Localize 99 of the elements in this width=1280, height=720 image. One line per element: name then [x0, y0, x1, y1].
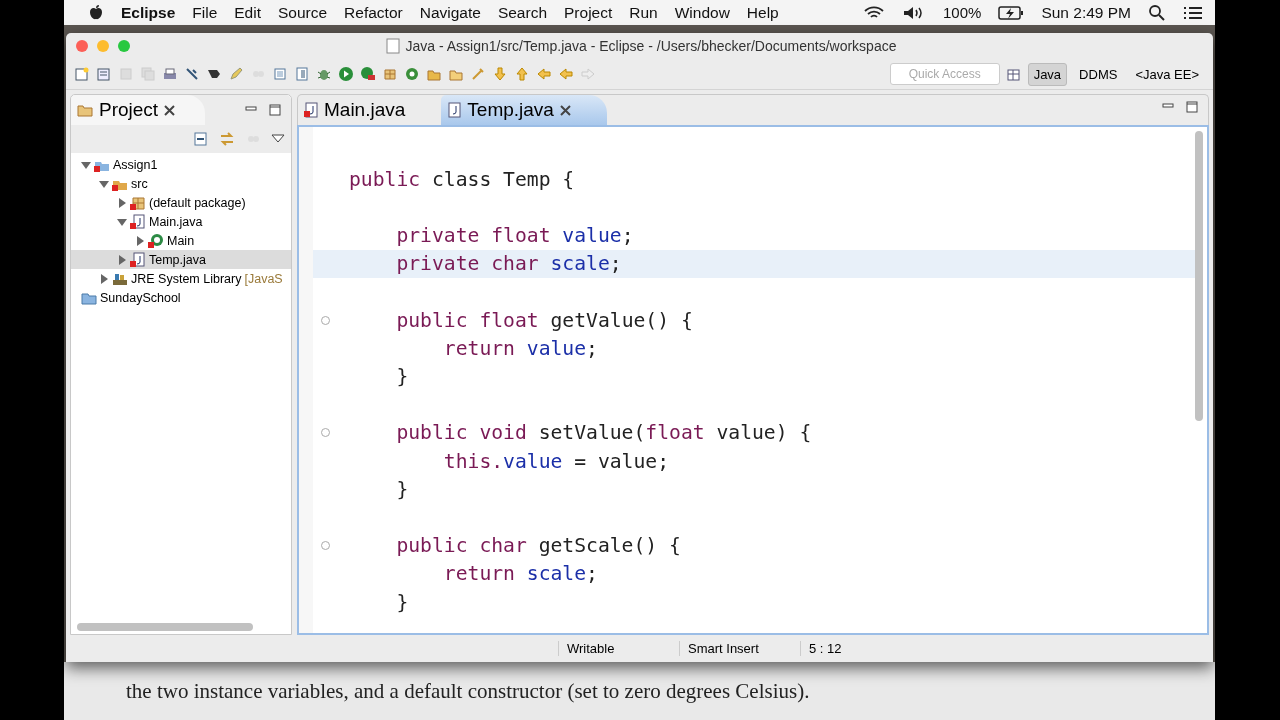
maximize-icon[interactable]	[269, 104, 281, 116]
menu-item[interactable]: Source	[278, 3, 328, 22]
java-file-icon	[130, 213, 146, 230]
java-file-icon	[447, 102, 462, 118]
package-icon	[130, 194, 146, 211]
tab-label: Temp.java	[467, 99, 554, 121]
class-icon	[148, 232, 164, 249]
run-config-icon[interactable]	[360, 66, 376, 82]
code-line: }	[395, 590, 409, 614]
frame-icon[interactable]	[272, 66, 288, 82]
collapsed-arrow-icon[interactable]	[99, 273, 109, 284]
menu-item[interactable]: Run	[629, 3, 658, 22]
run-icon[interactable]	[338, 66, 354, 82]
tree-item-label: Main.java	[149, 214, 203, 229]
menu-item[interactable]: Refactor	[344, 3, 403, 22]
code-line: public void setValue(float value) {	[395, 421, 812, 445]
app-menu[interactable]: Eclipse	[121, 3, 176, 22]
code-line: }	[395, 365, 409, 389]
close-icon[interactable]	[164, 104, 176, 116]
tree-item[interactable]: Main.java	[71, 212, 291, 231]
expanded-arrow-icon[interactable]	[99, 178, 109, 189]
code-line: private char scale;	[395, 252, 622, 276]
tab-label: Main.java	[324, 99, 406, 121]
view-menu-icon[interactable]	[271, 134, 285, 144]
tree-item[interactable]: Main	[71, 231, 291, 250]
down-arrow-icon[interactable]	[492, 66, 508, 82]
battery-percent: 100%	[943, 4, 982, 21]
code-line: private float value;	[395, 224, 634, 248]
menubar-clock: Sun 2:49 PM	[1041, 3, 1131, 22]
code-line: public char getScale() {	[395, 534, 681, 558]
java-file-icon	[130, 251, 146, 268]
tree-item-label: src	[131, 176, 148, 191]
back-icon[interactable]	[558, 66, 574, 82]
search-icon[interactable]	[1148, 3, 1166, 22]
tree-item[interactable]: (default package)	[71, 193, 291, 212]
status-field: Smart Insert	[679, 641, 800, 656]
tree-item-suffix: [JavaS	[244, 271, 283, 286]
menu-item[interactable]: Help	[746, 3, 779, 22]
collapsed-arrow-icon[interactable]	[117, 254, 127, 265]
battery-charging-icon[interactable]	[998, 4, 1025, 21]
collapsed-arrow-icon[interactable]	[135, 235, 145, 246]
editor-tab[interactable]: Main.java	[298, 95, 442, 125]
menu-item[interactable]: Edit	[234, 3, 261, 22]
project-view-tab[interactable]: Project	[71, 95, 206, 125]
scrollbar-icon[interactable]	[1195, 131, 1203, 421]
view-title: Project	[99, 99, 159, 121]
folder-icon	[77, 102, 93, 118]
tree-item-label: Temp.java	[149, 252, 206, 267]
menu-item[interactable]: Window	[674, 3, 730, 22]
code-line: this.value = value;	[442, 449, 670, 473]
print-icon[interactable]	[162, 66, 178, 82]
window-title: Java - Assign1/src/Temp.java - Eclipse - /Users/bhecker/Documents/workspace	[405, 38, 897, 54]
scrollbar-icon[interactable]	[77, 623, 253, 631]
collapse-all-icon[interactable]	[193, 131, 209, 147]
maximize-icon[interactable]	[1186, 101, 1198, 113]
open-perspective-icon[interactable]	[1005, 66, 1022, 82]
tree-item-label: Assign1	[113, 157, 158, 172]
package-icon[interactable]	[382, 66, 398, 82]
code-line: }	[395, 477, 409, 501]
perspective-button[interactable]: Java	[1027, 62, 1068, 86]
menu-item[interactable]: File	[192, 3, 218, 22]
java-file-icon	[385, 38, 400, 54]
pencil-icon[interactable]	[228, 66, 244, 82]
apple-logo-icon[interactable]	[88, 3, 104, 22]
tree-item-label: JRE System Library	[131, 271, 242, 286]
document-text: the two instance variables, and a default constructor (set to zero degrees Celsius).	[126, 679, 810, 704]
tree-item[interactable]: SundaySchool	[71, 288, 291, 307]
menu-item[interactable]: Search	[497, 3, 547, 22]
tree-item-label: Main	[167, 233, 195, 248]
up-arrow-icon[interactable]	[514, 66, 530, 82]
link-arrows-icon[interactable]	[219, 131, 235, 147]
java-file-error-icon	[304, 102, 318, 118]
tree-item-label: SundaySchool	[100, 290, 181, 305]
back-edit-icon[interactable]	[536, 66, 552, 82]
status-field: Writable	[558, 641, 679, 656]
expanded-arrow-icon[interactable]	[117, 216, 127, 227]
code-line: return value;	[442, 336, 598, 360]
close-window-button[interactable]	[76, 40, 88, 52]
tree-item[interactable]: Temp.java	[71, 250, 291, 269]
collapsed-arrow-icon[interactable]	[117, 197, 127, 208]
perspective-button[interactable]: DDMS	[1073, 62, 1124, 86]
close-icon[interactable]	[559, 104, 571, 116]
tree-item-label: (default package)	[149, 195, 246, 210]
menu-item[interactable]: Project	[564, 3, 613, 22]
tree-item[interactable]: Assign1	[71, 155, 291, 174]
tree-item[interactable]: JRE System Library [JavaS	[71, 269, 291, 288]
new-file-icon[interactable]	[74, 66, 90, 82]
expanded-arrow-icon[interactable]	[81, 159, 91, 170]
code-line: public class Temp {	[349, 167, 575, 191]
code-line: return scale;	[442, 562, 598, 586]
status-field: 5 : 12	[800, 641, 881, 656]
new-class-icon[interactable]	[96, 66, 112, 82]
menu-item[interactable]: Navigate	[419, 3, 481, 22]
editor-tab[interactable]: Temp.java	[441, 95, 607, 125]
code-line: public float getValue() {	[395, 308, 693, 332]
tree-item[interactable]: src	[71, 174, 291, 193]
quick-access-field[interactable]: Quick Access	[889, 63, 1000, 85]
list-icon[interactable]	[1183, 4, 1203, 21]
perspective-button[interactable]: <Java EE>	[1129, 62, 1205, 86]
